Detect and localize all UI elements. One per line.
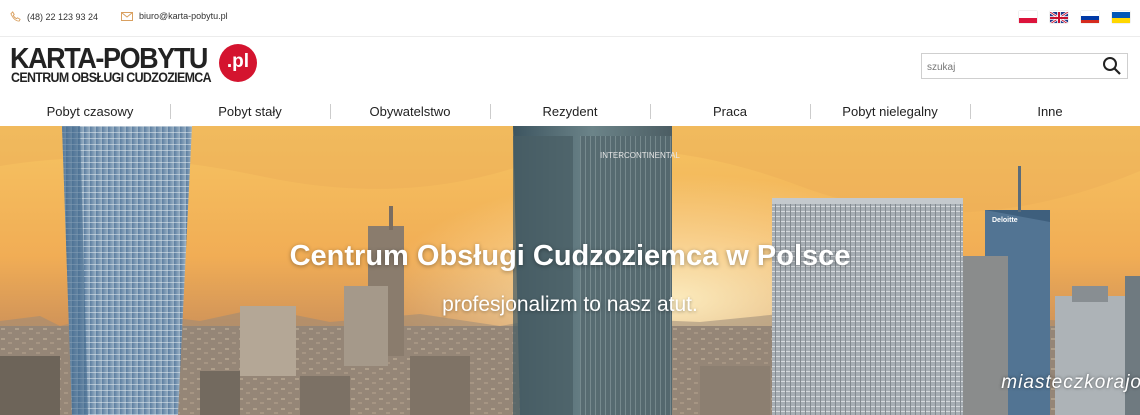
nav-pobyt-staly[interactable]: Pobyt stały <box>170 98 330 126</box>
email-contact[interactable]: biuro@karta-pobytu.pl <box>121 11 228 21</box>
russian-flag-icon[interactable] <box>1081 11 1099 23</box>
search-input[interactable] <box>922 54 1099 80</box>
main-navigation: Pobyt czasowy Pobyt stały Obywatelstwo R… <box>10 98 1130 126</box>
search-box <box>921 53 1128 80</box>
envelope-icon <box>121 11 133 21</box>
nav-pobyt-czasowy[interactable]: Pobyt czasowy <box>10 98 170 126</box>
intercontinental-sign: INTERCONTINENTAL <box>600 151 680 160</box>
phone-number[interactable]: (48) 22 123 93 24 <box>27 12 98 22</box>
nav-inne[interactable]: Inne <box>970 98 1130 126</box>
nav-obywatelstwo[interactable]: Obywatelstwo <box>330 98 490 126</box>
phone-icon <box>10 11 21 22</box>
search-button[interactable] <box>1101 56 1123 76</box>
polish-flag-icon[interactable] <box>1019 11 1037 23</box>
hero-banner: INTERCONTINENTAL Deloitte Centrum Obsług… <box>0 126 1140 415</box>
search-icon <box>1103 57 1121 75</box>
language-switcher <box>1019 11 1130 23</box>
hero-title: Centrum Obsługi Cudzoziemca w Polsce <box>289 240 851 272</box>
logo-pl-badge: .pl <box>219 44 257 82</box>
email-address[interactable]: biuro@karta-pobytu.pl <box>139 11 228 21</box>
ukrainian-flag-icon[interactable] <box>1112 11 1130 23</box>
nav-rezydent[interactable]: Rezydent <box>490 98 650 126</box>
deloitte-sign: Deloitte <box>992 217 1018 224</box>
nav-pobyt-nielegalny[interactable]: Pobyt nielegalny <box>810 98 970 126</box>
top-bar: (48) 22 123 93 24 biuro@karta-pobytu.pl <box>0 0 1140 37</box>
watermark: miasteczkorajo <box>1001 372 1140 393</box>
nav-praca[interactable]: Praca <box>650 98 810 126</box>
english-flag-icon[interactable] <box>1050 11 1068 23</box>
phone-contact[interactable]: (48) 22 123 93 24 <box>10 11 98 22</box>
logo-sub-text: CENTRUM OBSŁUGI CUDZOZIEMCA <box>11 70 212 85</box>
hero-subtitle: profesjonalizm to nasz atut. <box>442 293 698 316</box>
